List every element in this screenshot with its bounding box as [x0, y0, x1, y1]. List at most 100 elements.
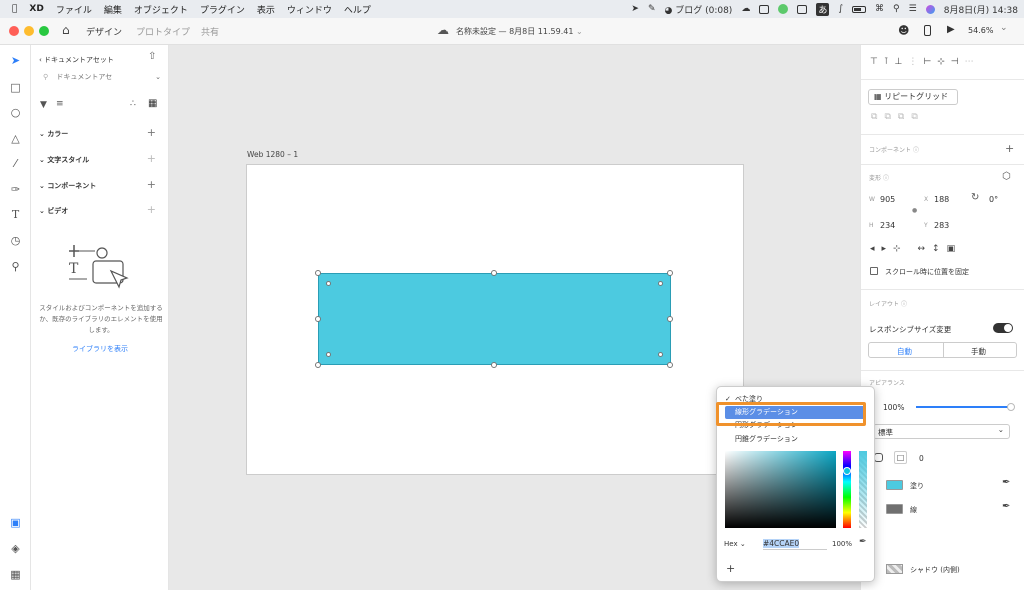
blend-mode-select[interactable]: 標準 ⌄ [873, 424, 1010, 439]
boolean-exclude-icon[interactable]: ⧉ [911, 112, 924, 122]
polygon-tool-icon[interactable]: △ [9, 132, 22, 145]
resize-handle[interactable] [667, 270, 673, 276]
3d-transform-icon[interactable]: ⬡ [1002, 171, 1011, 182]
resize-handle[interactable] [667, 316, 673, 322]
ime-indicator[interactable]: あ [816, 2, 830, 16]
align-top-icon[interactable]: ⊤ [870, 57, 884, 67]
grid-view-icon[interactable]: ▦ [148, 98, 157, 109]
saturation-brightness-field[interactable] [725, 451, 836, 528]
corner-radius-handle[interactable] [326, 352, 331, 357]
bluetooth-icon[interactable]: ∫ [838, 4, 843, 14]
zoom-level[interactable]: 54.6% [968, 26, 993, 35]
repeat-grid-button[interactable]: ▦ リピートグリッド [868, 89, 958, 105]
tab-prototype[interactable]: プロトタイプ [136, 25, 190, 38]
creative-cloud-icon[interactable]: ☁ [741, 4, 750, 14]
section-text-styles[interactable]: ⌄ 文字スタイル [39, 155, 89, 165]
export-icon[interactable]: ⇧ [148, 51, 156, 62]
menu-help[interactable]: ヘルプ [338, 3, 377, 16]
user-icon[interactable]: ☻ [898, 24, 909, 37]
shadow-swatch[interactable] [886, 564, 903, 574]
manual-option[interactable]: 手動 [971, 346, 986, 357]
opacity-slider[interactable] [916, 403, 1015, 411]
rectangle-tool-icon[interactable]: □ [9, 81, 22, 94]
wifi-icon[interactable]: ⌘ [875, 4, 884, 14]
location-arrow-icon[interactable]: ➤ [631, 4, 639, 14]
resize-handle[interactable] [315, 270, 321, 276]
ellipse-tool-icon[interactable]: ○ [9, 106, 22, 119]
resize-handle[interactable] [491, 270, 497, 276]
lock-aspect-icon[interactable]: ● [912, 207, 917, 214]
add-color-icon[interactable]: + [147, 126, 156, 139]
option-angular-gradient[interactable]: 円錐グラデーション [725, 433, 865, 446]
fill-eyedropper-icon[interactable]: ✒ [1002, 477, 1010, 488]
add-component-icon[interactable]: + [147, 178, 156, 191]
clock[interactable]: 8月8日(月) 14:38 [944, 3, 1018, 16]
minimize-window-button[interactable] [24, 26, 34, 36]
add-text-style-icon[interactable]: + [147, 152, 156, 165]
boolean-subtract-icon[interactable]: ⧉ [884, 112, 897, 122]
rotate-icon[interactable]: ↻ [971, 192, 979, 203]
corner-radius-uniform-icon[interactable] [874, 453, 883, 462]
tab-design[interactable]: デザイン [86, 25, 123, 47]
add-component-button[interactable]: + [1005, 142, 1014, 155]
alpha-slider[interactable] [859, 451, 867, 528]
stroke-swatch[interactable] [886, 504, 903, 514]
alpha-field[interactable]: 100% [832, 540, 852, 548]
corner-radius-handle[interactable] [658, 352, 663, 357]
height-field[interactable]: 234 [880, 221, 895, 230]
display-icon[interactable] [797, 4, 808, 14]
select-tool-icon[interactable]: ➤ [9, 54, 22, 67]
pen-tool-icon[interactable]: ✑ [9, 183, 22, 196]
control-center-icon[interactable]: ☰ [909, 4, 917, 14]
align-center-icon[interactable]: ⊹ [937, 57, 951, 67]
layers-icon[interactable]: ◈ [9, 542, 22, 555]
opacity-field[interactable]: 100% [883, 403, 904, 412]
menu-window[interactable]: ウィンドウ [281, 3, 338, 16]
close-window-button[interactable] [9, 26, 19, 36]
width-field[interactable]: 905 [880, 195, 895, 204]
add-video-icon[interactable]: + [147, 203, 156, 216]
device-preview-icon[interactable] [924, 25, 931, 36]
play-icon[interactable]: ▶ [947, 24, 955, 35]
artboard-label[interactable]: Web 1280 – 1 [247, 150, 298, 159]
color-format-select[interactable]: Hex ⌄ [724, 540, 746, 548]
flip-vertical-icon[interactable]: ⊹ [893, 244, 908, 254]
rotation-field[interactable]: 0° [989, 195, 998, 204]
search-chevron-icon[interactable]: ⌄ [155, 73, 161, 81]
menu-edit[interactable]: 編集 [98, 3, 128, 16]
section-colors[interactable]: ⌄ カラー [39, 129, 68, 139]
menu-object[interactable]: オブジェクト [128, 3, 194, 16]
artboard-tool-icon[interactable]: ◷ [9, 234, 22, 247]
zoom-tool-icon[interactable]: ⚲ [9, 260, 22, 273]
fix-scroll-checkbox[interactable] [870, 267, 878, 275]
assets-icon[interactable]: ▣ [9, 516, 22, 529]
popup-eyedropper-icon[interactable]: ✒ [859, 537, 867, 547]
info-icon[interactable]: ⓘ [901, 301, 907, 308]
selected-rectangle[interactable] [318, 273, 671, 365]
pencil-icon[interactable]: ✎ [648, 4, 656, 14]
corner-radius-handle[interactable] [658, 281, 663, 286]
auto-option[interactable]: 自動 [897, 346, 912, 357]
assets-search[interactable]: ⚲ ⌄ [39, 73, 163, 87]
resize-handle[interactable] [315, 316, 321, 322]
fit-width-icon[interactable]: ↔ [917, 244, 932, 254]
zoom-chevron-icon[interactable]: ⌄ [1000, 23, 1008, 33]
section-components[interactable]: ⌄ コンポーネント [39, 181, 96, 191]
home-icon[interactable]: ⌂ [62, 23, 70, 37]
tab-share[interactable]: 共有 [201, 25, 219, 38]
fit-height-icon[interactable]: ↕ [932, 244, 947, 254]
add-swatch-button[interactable]: + [726, 562, 735, 575]
flip-horizontal-icon[interactable]: ◂▸ [870, 244, 893, 254]
info-icon[interactable]: ⓘ [913, 147, 919, 154]
align-bottom-icon[interactable]: ⊥ [895, 57, 909, 67]
show-library-link[interactable]: ライブラリを表示 [31, 344, 169, 354]
resize-handle[interactable] [491, 362, 497, 368]
blog-timer[interactable]: ◕ ブログ (0:08) [665, 3, 733, 16]
assets-back-button[interactable]: ‹ ドキュメントアセット [39, 55, 114, 65]
menu-plugin[interactable]: プラグイン [194, 3, 251, 16]
corner-radius-handle[interactable] [326, 281, 331, 286]
siri-icon[interactable] [925, 4, 935, 14]
assets-search-input[interactable] [56, 73, 137, 81]
document-title[interactable]: 名称未設定 — 8月8日 11.59.41 ⌄ [456, 26, 583, 37]
info-icon[interactable]: ⓘ [883, 175, 889, 182]
